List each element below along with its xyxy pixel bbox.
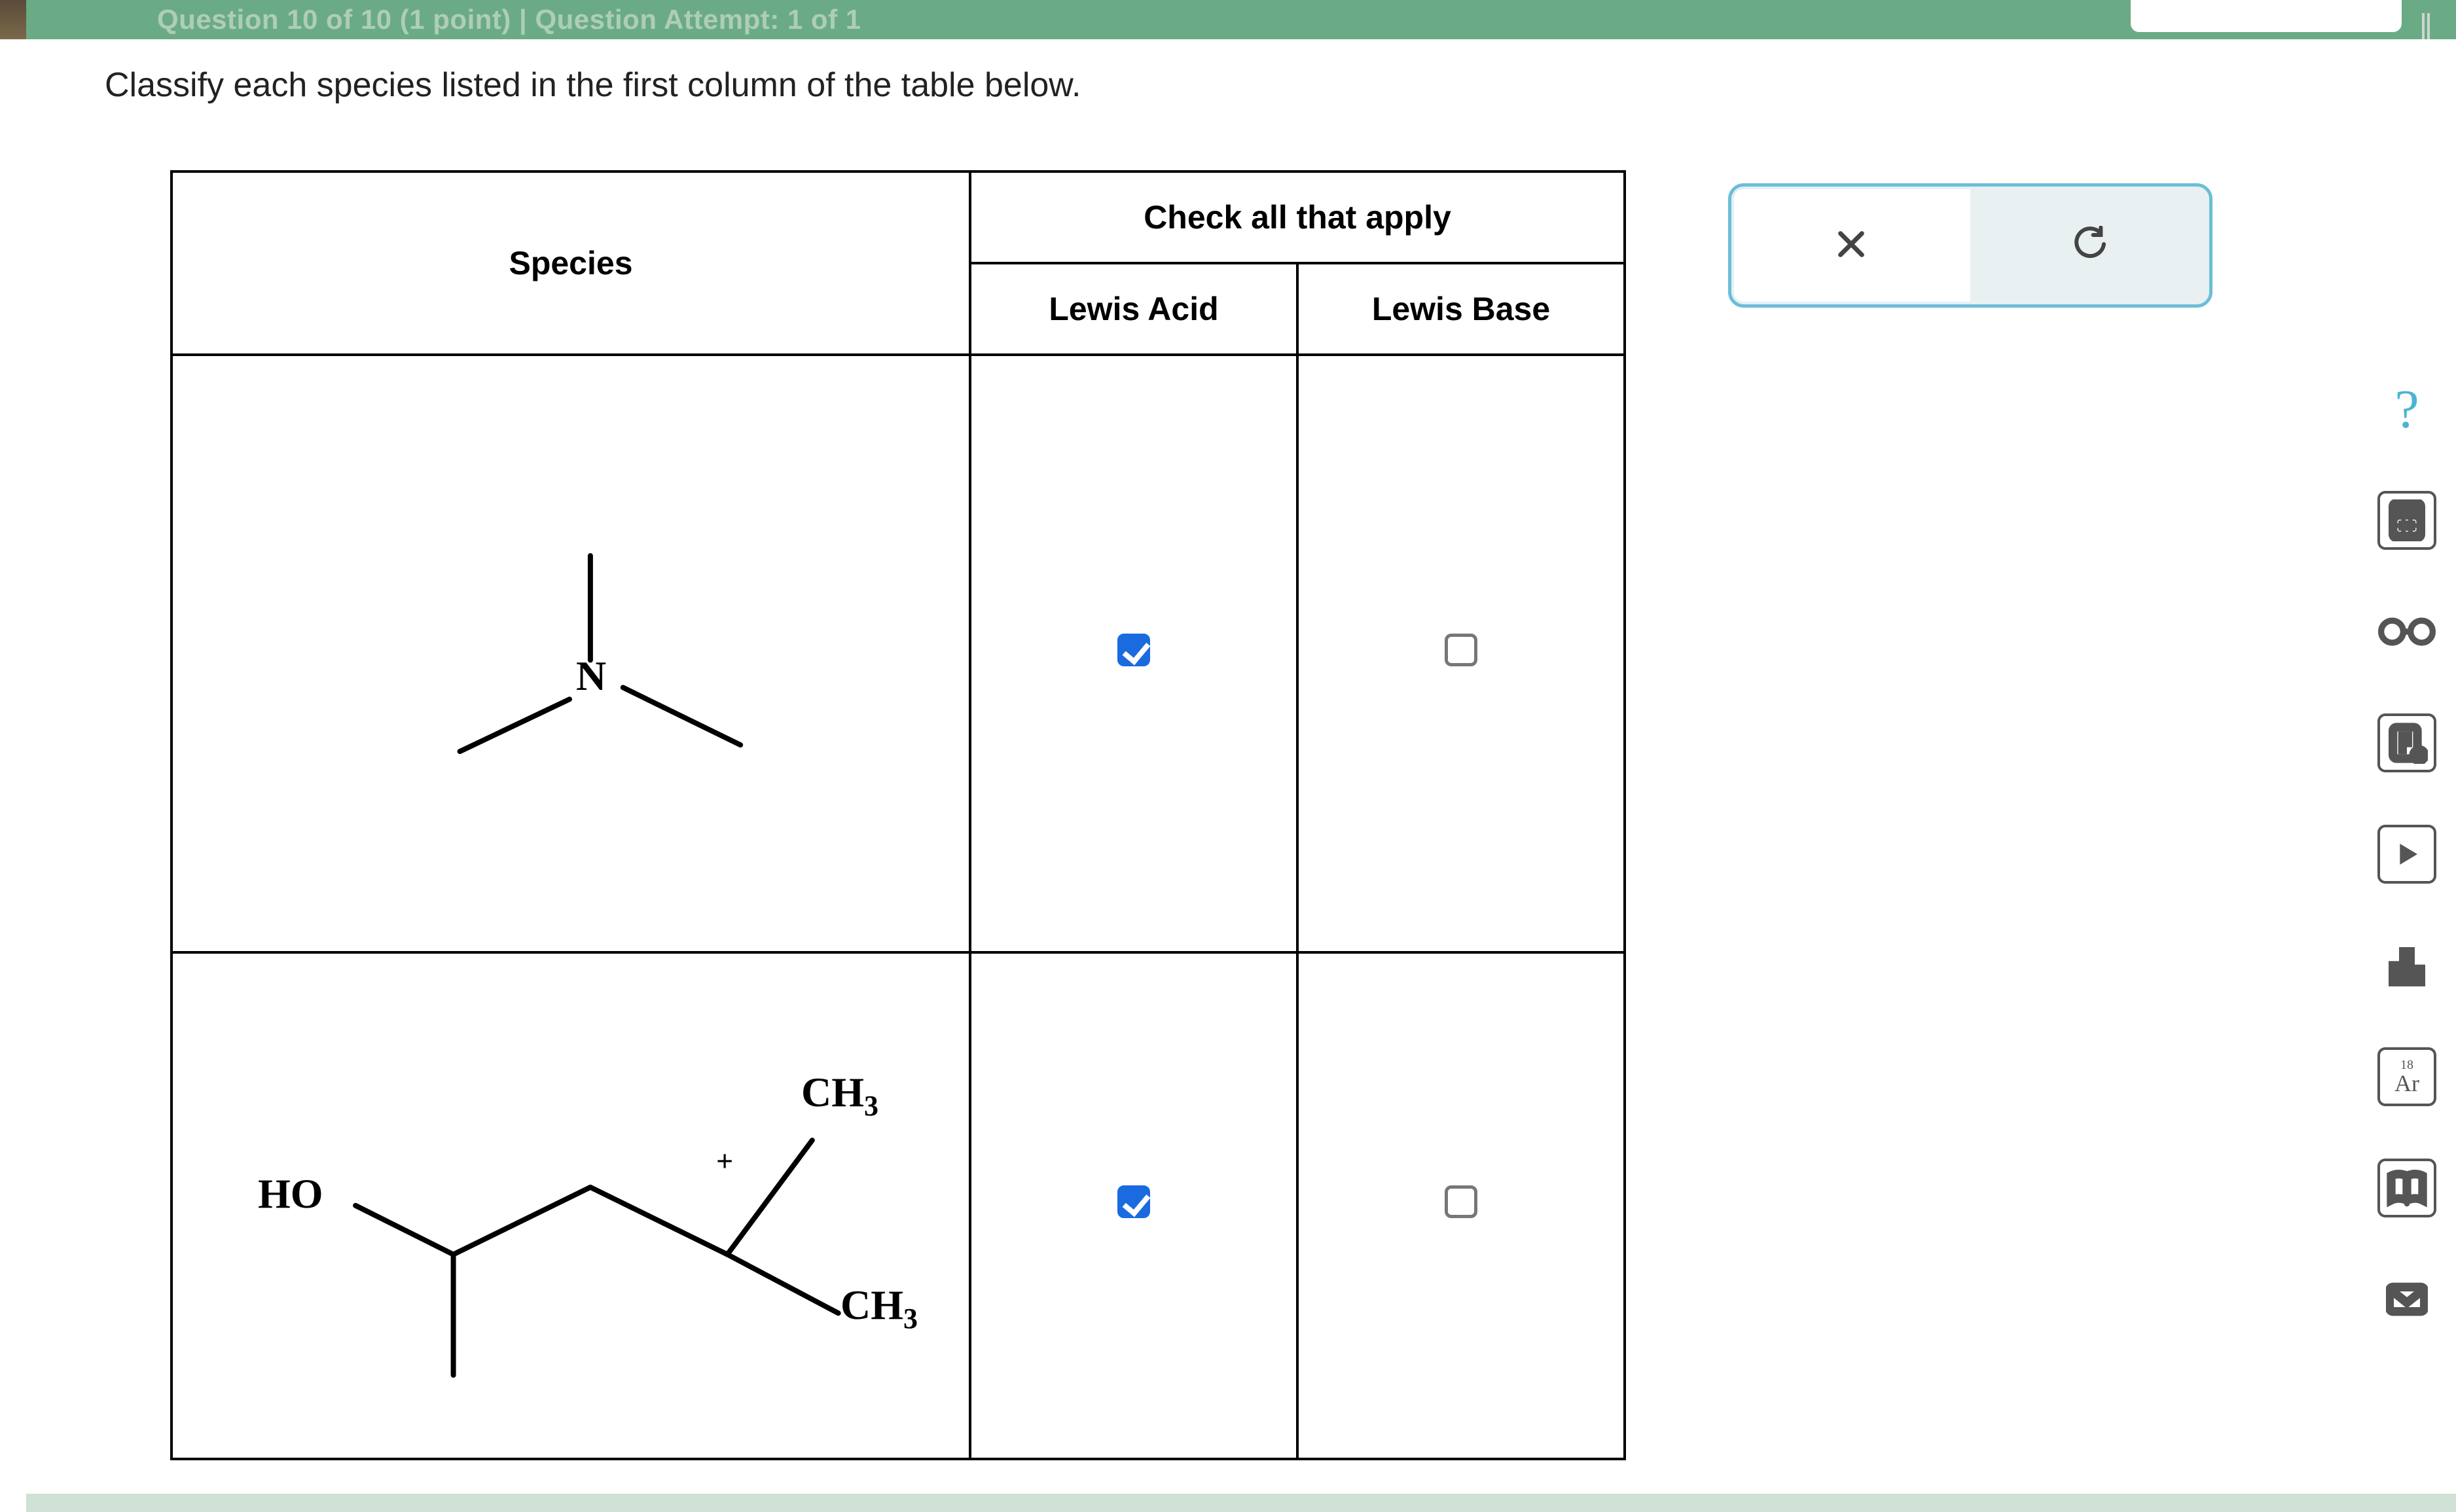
header-lewis-base: Lewis Base — [1297, 263, 1625, 355]
cell-acid-2 — [970, 952, 1297, 1459]
question-body: Classify each species listed in the firs… — [26, 39, 2456, 1512]
checkbox-row2-base[interactable] — [1445, 1185, 1477, 1218]
atom-label-CH3-b: CH3 — [840, 1281, 918, 1335]
table-row: HO + CH3 CH3 — [172, 952, 1625, 1459]
periodic-symbol-label: Ar — [2394, 1071, 2419, 1095]
stats-button[interactable] — [2377, 936, 2436, 995]
help-button[interactable]: ? — [2377, 380, 2436, 439]
molecule-trimethylamine: N — [173, 356, 969, 951]
question-prompt: Classify each species listed in the firs… — [105, 65, 1081, 105]
header-species: Species — [172, 171, 970, 355]
glasses-button[interactable] — [2377, 602, 2436, 661]
cell-base-2 — [1297, 952, 1625, 1459]
classification-table: Species Check all that apply Lewis Acid … — [170, 170, 1626, 1460]
periodic-table-button[interactable]: 18 Ar — [2377, 1047, 2436, 1106]
header-check-all: Check all that apply — [970, 171, 1625, 263]
cell-acid-1 — [970, 355, 1297, 952]
species-cell-2: HO + CH3 CH3 — [172, 952, 970, 1459]
calculator-button[interactable] — [2377, 491, 2436, 550]
calculator-icon — [2386, 499, 2428, 541]
close-icon — [1833, 226, 1869, 266]
reference-button[interactable] — [2377, 1159, 2436, 1217]
play-icon — [2386, 833, 2428, 875]
mail-icon — [2386, 1278, 2428, 1320]
species-cell-1: N — [172, 355, 970, 952]
checkbox-row1-base[interactable] — [1445, 634, 1477, 666]
header-lewis-acid: Lewis Acid — [970, 263, 1297, 355]
reset-button[interactable] — [1970, 187, 2209, 304]
notes-icon — [2386, 722, 2428, 764]
cell-base-1 — [1297, 355, 1625, 952]
charge-plus: + — [716, 1143, 733, 1178]
feedback-panel — [1728, 183, 2212, 308]
header-bar: Question 10 of 10 (1 point) | Question A… — [26, 0, 2456, 39]
wrong-button[interactable] — [1731, 187, 1970, 304]
glasses-icon — [2377, 611, 2436, 653]
left-stripe-decor — [0, 0, 26, 39]
footer-bar — [26, 1494, 2456, 1512]
mail-button[interactable] — [2377, 1270, 2436, 1329]
book-icon — [2386, 1167, 2428, 1209]
question-mark-icon: ? — [2394, 378, 2419, 441]
video-button[interactable] — [2377, 825, 2436, 884]
checkbox-row1-acid[interactable] — [1117, 634, 1150, 666]
reset-icon — [2072, 226, 2108, 266]
viewport: Question 10 of 10 (1 point) | Question A… — [0, 0, 2456, 1512]
checkbox-row2-acid[interactable] — [1117, 1185, 1150, 1218]
menu-handle-icon[interactable] — [2422, 13, 2430, 39]
periodic-mass-label: 18 — [2400, 1058, 2413, 1071]
bar-chart-icon — [2386, 945, 2428, 986]
question-breadcrumb: Question 10 of 10 (1 point) | Question A… — [157, 4, 861, 35]
atom-label-HO: HO — [258, 1170, 323, 1218]
atom-label-N: N — [576, 652, 606, 700]
atom-label-CH3-a: CH3 — [801, 1068, 878, 1123]
notes-button[interactable] — [2377, 713, 2436, 772]
molecule-carbocation: HO + CH3 CH3 — [173, 954, 969, 1458]
header-dropdown-panel[interactable] — [2129, 0, 2404, 34]
side-toolbar: ? 18 Ar — [2371, 380, 2443, 1329]
table-row: N — [172, 355, 1625, 952]
